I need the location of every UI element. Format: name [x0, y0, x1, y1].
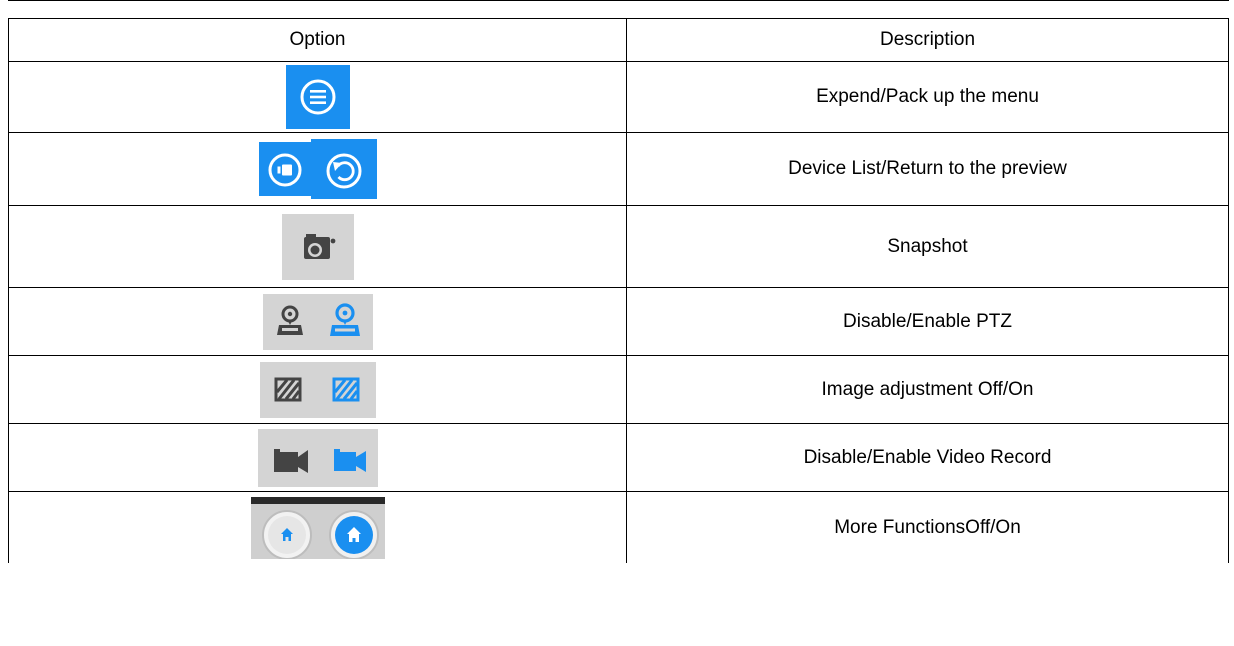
option-cell — [8, 132, 627, 206]
top-rule — [8, 0, 1229, 1]
description-cell: Snapshot — [626, 205, 1229, 288]
option-cell — [8, 287, 627, 356]
camera-icon — [281, 213, 354, 280]
ptz-on-icon — [316, 293, 373, 350]
image-adjust-on-icon — [315, 361, 376, 418]
table-row: Snapshot — [8, 205, 1229, 288]
table-row: Disable/Enable Video Record — [8, 423, 1229, 492]
description-cell: Image adjustment Off/On — [626, 355, 1229, 424]
return-icon — [310, 139, 377, 199]
table-row: Image adjustment Off/On — [8, 355, 1229, 424]
menu-icon — [285, 65, 350, 129]
video-record-off-icon — [257, 428, 322, 487]
table-header-row: Option Description — [8, 18, 1229, 62]
image-adjust-off-icon — [259, 361, 316, 418]
ptz-off-icon — [262, 293, 317, 350]
document-page: Option Description Expend/Pack up the me… — [8, 0, 1229, 646]
option-table: Option Description Expend/Pack up the me… — [8, 18, 1229, 563]
table-row: More FunctionsOff/On — [8, 491, 1229, 563]
option-cell — [8, 61, 627, 133]
description-cell: Disable/Enable Video Record — [626, 423, 1229, 492]
option-cell — [8, 491, 627, 563]
option-cell — [8, 205, 627, 288]
option-header: Option — [8, 18, 627, 62]
description-cell: Expend/Pack up the menu — [626, 61, 1229, 133]
video-record-on-icon — [321, 428, 378, 487]
table-row: Device List/Return to the preview — [8, 132, 1229, 206]
description-cell: Disable/Enable PTZ — [626, 287, 1229, 356]
option-cell — [8, 355, 627, 424]
description-header: Description — [626, 18, 1229, 62]
table-row: Expend/Pack up the menu — [8, 61, 1229, 133]
description-cell: Device List/Return to the preview — [626, 132, 1229, 206]
more-functions-on-icon — [322, 496, 385, 559]
table-row: Disable/Enable PTZ — [8, 287, 1229, 356]
more-functions-off-icon — [250, 496, 323, 559]
description-cell: More FunctionsOff/On — [626, 491, 1229, 563]
device-list-icon — [258, 142, 311, 196]
option-cell — [8, 423, 627, 492]
